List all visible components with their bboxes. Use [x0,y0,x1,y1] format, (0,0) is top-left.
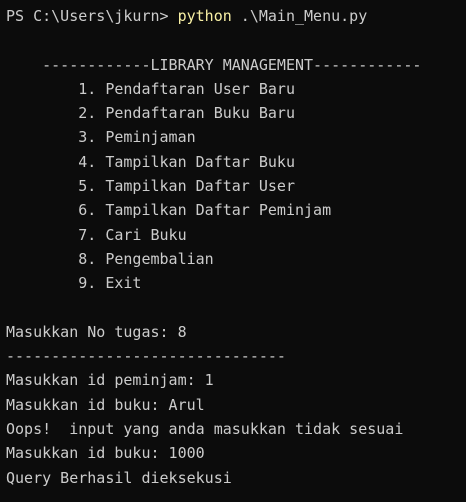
menu-item-2: 2. Pendaftaran Buku Baru [6,104,295,123]
menu-item-1: 1. Pendaftaran User Baru [6,79,295,98]
terminal-window[interactable]: PS C:\Users\jkurn> python .\Main_Menu.py… [0,0,466,502]
menu-item-7: 7. Cari Buku [6,225,187,244]
output-line-borrower-id: Masukkan id peminjam: 1 [6,371,214,390]
menu-item-9: 9. Exit [6,274,142,293]
menu-item-3: 3. Peminjaman [6,128,196,147]
output-line-success: Query Berhasil dieksekusi [6,468,232,487]
output-line-error: Oops! input yang anda masukkan tidak ses… [6,420,404,439]
menu-item-8: 8. Pengembalian [6,249,214,268]
menu-title: ------------LIBRARY MANAGEMENT----------… [6,55,422,74]
prompt-path: PS C:\Users\jkurn> [6,7,178,25]
prompt-args: .\Main_Menu.py [231,7,368,25]
prompt-line: PS C:\Users\jkurn> python .\Main_Menu.py [6,4,466,28]
output-divider: ------------------------------- [6,347,286,366]
menu-item-5: 5. Tampilkan Daftar User [6,177,295,196]
menu-item-6: 6. Tampilkan Daftar Peminjam [6,201,332,220]
output-line-task-number: Masukkan No tugas: 8 [6,322,187,341]
output-line-book-id: Masukkan id buku: 1000 [6,444,205,463]
output-line-book-id-invalid: Masukkan id buku: Arul [6,395,205,414]
menu-item-4: 4. Tampilkan Daftar Buku [6,152,295,171]
prompt-command: python [177,7,232,25]
